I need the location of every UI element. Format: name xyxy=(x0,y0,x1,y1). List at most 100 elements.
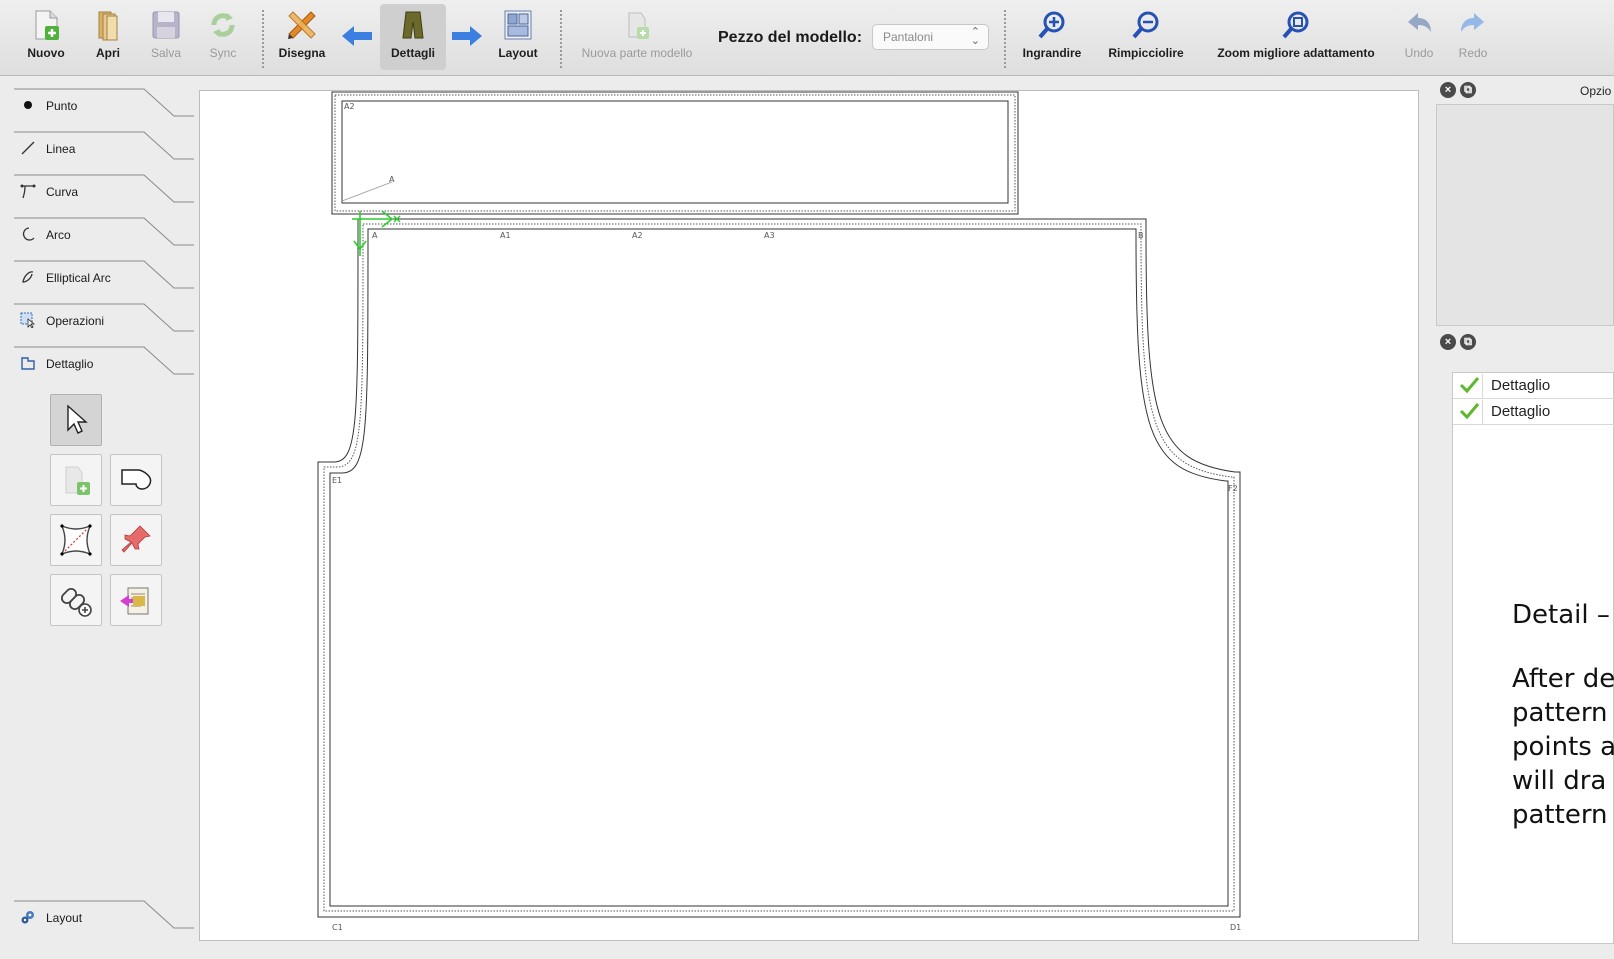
union-details-tool[interactable] xyxy=(50,514,102,566)
category-label: Operazioni xyxy=(46,314,105,328)
category-label: Arco xyxy=(46,228,71,242)
check-icon xyxy=(1459,377,1480,394)
category-label: Curva xyxy=(46,185,79,199)
detail-seam-allowance-tool[interactable] xyxy=(50,454,102,506)
details-dock-header: × ⧉ xyxy=(1432,330,1614,354)
drawing-canvas[interactable]: A2 A A A1 A2 A3 B E1 F2 C1 D1 xyxy=(199,90,1419,941)
pointer-tool[interactable] xyxy=(50,394,102,446)
tool-category-point[interactable]: Punto xyxy=(14,88,194,128)
tool-category-operations[interactable]: Operazioni xyxy=(14,303,194,343)
draw-mode-label: Disegna xyxy=(278,46,326,60)
zoom-in-button[interactable]: Ingrandire xyxy=(1016,4,1088,70)
toolbar-separator xyxy=(262,10,264,68)
trousers-outline xyxy=(329,228,1229,907)
redo-button[interactable]: Redo xyxy=(1452,4,1494,70)
close-icon[interactable]: × xyxy=(1440,334,1456,350)
point-label: F2 xyxy=(1228,484,1238,493)
category-label: Punto xyxy=(46,99,78,113)
insert-node-tool[interactable] xyxy=(50,574,102,626)
category-tab-shape xyxy=(14,88,194,117)
new-pattern-piece-label: Nuova parte modello xyxy=(581,46,693,60)
arrow-right-icon xyxy=(452,26,482,46)
piece-path-tool[interactable] xyxy=(110,454,162,506)
zoom-fit-label: Zoom migliore adattamento xyxy=(1217,46,1375,60)
point-label: A2 xyxy=(344,102,355,111)
place-label-tool[interactable] xyxy=(110,574,162,626)
details-mode-button[interactable]: Dettagli xyxy=(380,4,446,70)
arrow-left-icon xyxy=(342,26,372,46)
category-tab-shape xyxy=(14,346,194,375)
new-pattern-piece-icon xyxy=(628,12,649,39)
new-button[interactable]: Nuovo xyxy=(18,4,74,70)
waistband-seam-allowance-dots xyxy=(334,94,1016,212)
category-tab-shape xyxy=(14,900,194,929)
point-label: A xyxy=(389,175,395,184)
options-panel-body xyxy=(1436,104,1614,326)
place-label-icon xyxy=(120,587,149,615)
help-line: will dra xyxy=(1512,766,1607,796)
waistband-guide-line xyxy=(341,181,393,202)
new-detail-icon xyxy=(65,466,90,495)
category-label: Layout xyxy=(46,911,83,925)
sync-button[interactable]: Sync xyxy=(200,4,246,70)
undo-button[interactable]: Undo xyxy=(1398,4,1440,70)
help-overlay: Detail – After de pattern points a will … xyxy=(1512,598,1614,832)
point-label: D1 xyxy=(1230,923,1242,932)
close-icon[interactable]: × xyxy=(1440,82,1456,98)
point-label: A xyxy=(372,231,378,240)
trousers-icon xyxy=(402,11,424,39)
zoom-out-icon xyxy=(1132,11,1159,39)
draw-mode-button[interactable]: Disegna xyxy=(272,4,332,70)
category-label: Linea xyxy=(46,142,76,156)
redo-label: Redo xyxy=(1458,46,1488,60)
pattern-piece-select[interactable]: Pantaloni ⌃ ⌄ xyxy=(872,24,989,50)
list-item[interactable]: Dettaglio xyxy=(1453,373,1614,399)
operations-icon xyxy=(20,312,36,328)
tool-category-elliptical-arc[interactable]: Elliptical Arc xyxy=(14,260,194,300)
waistband-seam-allowance-outer xyxy=(331,91,1019,215)
save-button[interactable]: Salva xyxy=(142,4,190,70)
detail-name: Dettaglio xyxy=(1491,403,1551,420)
zoom-in-icon xyxy=(1038,11,1065,39)
open-button[interactable]: Apri xyxy=(84,4,132,70)
point-label: A2 xyxy=(632,231,643,240)
tool-category-line[interactable]: Linea xyxy=(14,131,194,171)
point-label: B xyxy=(1138,231,1144,240)
options-title: Opzio xyxy=(1580,84,1612,98)
tool-category-curve[interactable]: Curva xyxy=(14,174,194,214)
tool-category-layout[interactable]: Layout xyxy=(14,900,194,940)
main-toolbar: Nuovo Apri Salva Sync Disegna Dettagli L… xyxy=(0,0,1614,76)
layout-grid-icon xyxy=(504,10,532,40)
arc-icon xyxy=(22,227,35,241)
float-icon[interactable]: ⧉ xyxy=(1460,82,1476,98)
list-item[interactable]: Dettaglio xyxy=(1453,399,1614,425)
arrow-cursor-icon xyxy=(67,404,88,434)
visible-checkbox[interactable] xyxy=(1457,400,1483,424)
zoom-fit-icon xyxy=(1282,11,1309,39)
new-button-label: Nuovo xyxy=(27,46,65,60)
category-tab-shape xyxy=(14,174,194,203)
line-icon xyxy=(21,141,35,155)
layout-gears-icon xyxy=(21,911,34,924)
tool-category-arc[interactable]: Arco xyxy=(14,217,194,257)
tool-category-detail[interactable]: Dettaglio xyxy=(14,346,194,386)
redo-icon xyxy=(1461,13,1484,32)
new-pattern-piece-button[interactable]: Nuova parte modello xyxy=(570,4,704,70)
pattern-piece-value: Pantaloni xyxy=(883,30,934,44)
detail-name: Dettaglio xyxy=(1491,377,1551,394)
float-icon[interactable]: ⧉ xyxy=(1460,334,1476,350)
visible-checkbox[interactable] xyxy=(1457,374,1483,398)
zoom-out-button[interactable]: Rimpicciolire xyxy=(1104,4,1188,70)
zoom-fit-best-button[interactable]: Zoom migliore adattamento xyxy=(1208,4,1384,70)
pin-tool[interactable] xyxy=(110,514,162,566)
pattern-drawing xyxy=(317,91,1241,918)
layout-mode-button[interactable]: Layout xyxy=(490,4,546,70)
pin-icon xyxy=(121,525,151,553)
category-label: Dettaglio xyxy=(46,357,94,371)
layout-mode-label: Layout xyxy=(498,46,538,60)
chain-link-add-icon xyxy=(60,587,92,617)
check-icon xyxy=(1459,403,1480,420)
toolbar-separator xyxy=(1004,10,1006,68)
category-label: Elliptical Arc xyxy=(46,271,111,285)
point-label: C1 xyxy=(332,923,343,932)
